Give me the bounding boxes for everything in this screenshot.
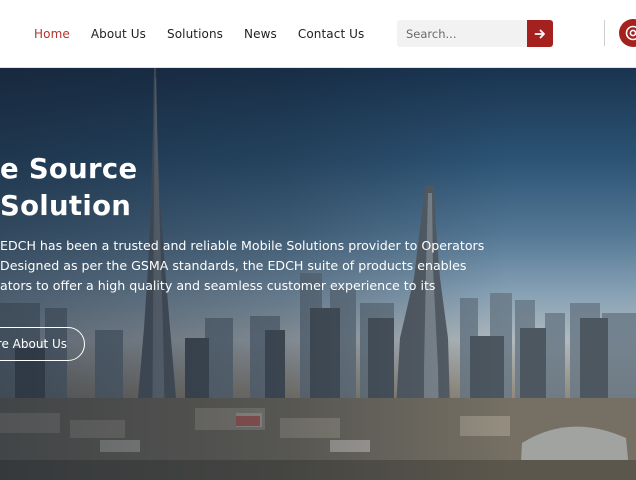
hero-section: e Source Solution EDCH has been a truste… [0, 68, 636, 480]
search-form [397, 20, 553, 47]
site-header: Home About Us Solutions News Contact Us [0, 0, 636, 68]
main-nav: Home About Us Solutions News Contact Us [34, 0, 385, 67]
hero-title-line: e Source [0, 153, 138, 185]
hero-text-line: Designed as per the GSMA standards, the … [0, 258, 467, 273]
nav-item-contact-us[interactable]: Contact Us [298, 27, 365, 41]
hero-description: EDCH has been a trusted and reliable Mob… [0, 236, 500, 296]
search-submit-button[interactable] [527, 20, 553, 47]
about-us-button[interactable]: re About Us [0, 327, 85, 361]
hero-title: e Source Solution [0, 151, 137, 225]
header-divider [604, 20, 605, 46]
search-input[interactable] [397, 20, 527, 47]
about-us-button-label: re About Us [0, 337, 67, 351]
arrow-right-icon [534, 29, 545, 38]
hero-text-line: ators to offer a high quality and seamle… [0, 278, 436, 293]
nav-item-about-us[interactable]: About Us [91, 27, 146, 41]
nav-item-news[interactable]: News [244, 27, 277, 41]
nav-item-home[interactable]: Home [34, 27, 70, 41]
nav-item-solutions[interactable]: Solutions [167, 27, 223, 41]
at-sign-icon [625, 25, 636, 41]
hero-title-line: Solution [0, 190, 132, 222]
contact-button[interactable] [619, 19, 636, 47]
hero-text-line: EDCH has been a trusted and reliable Mob… [0, 238, 485, 253]
